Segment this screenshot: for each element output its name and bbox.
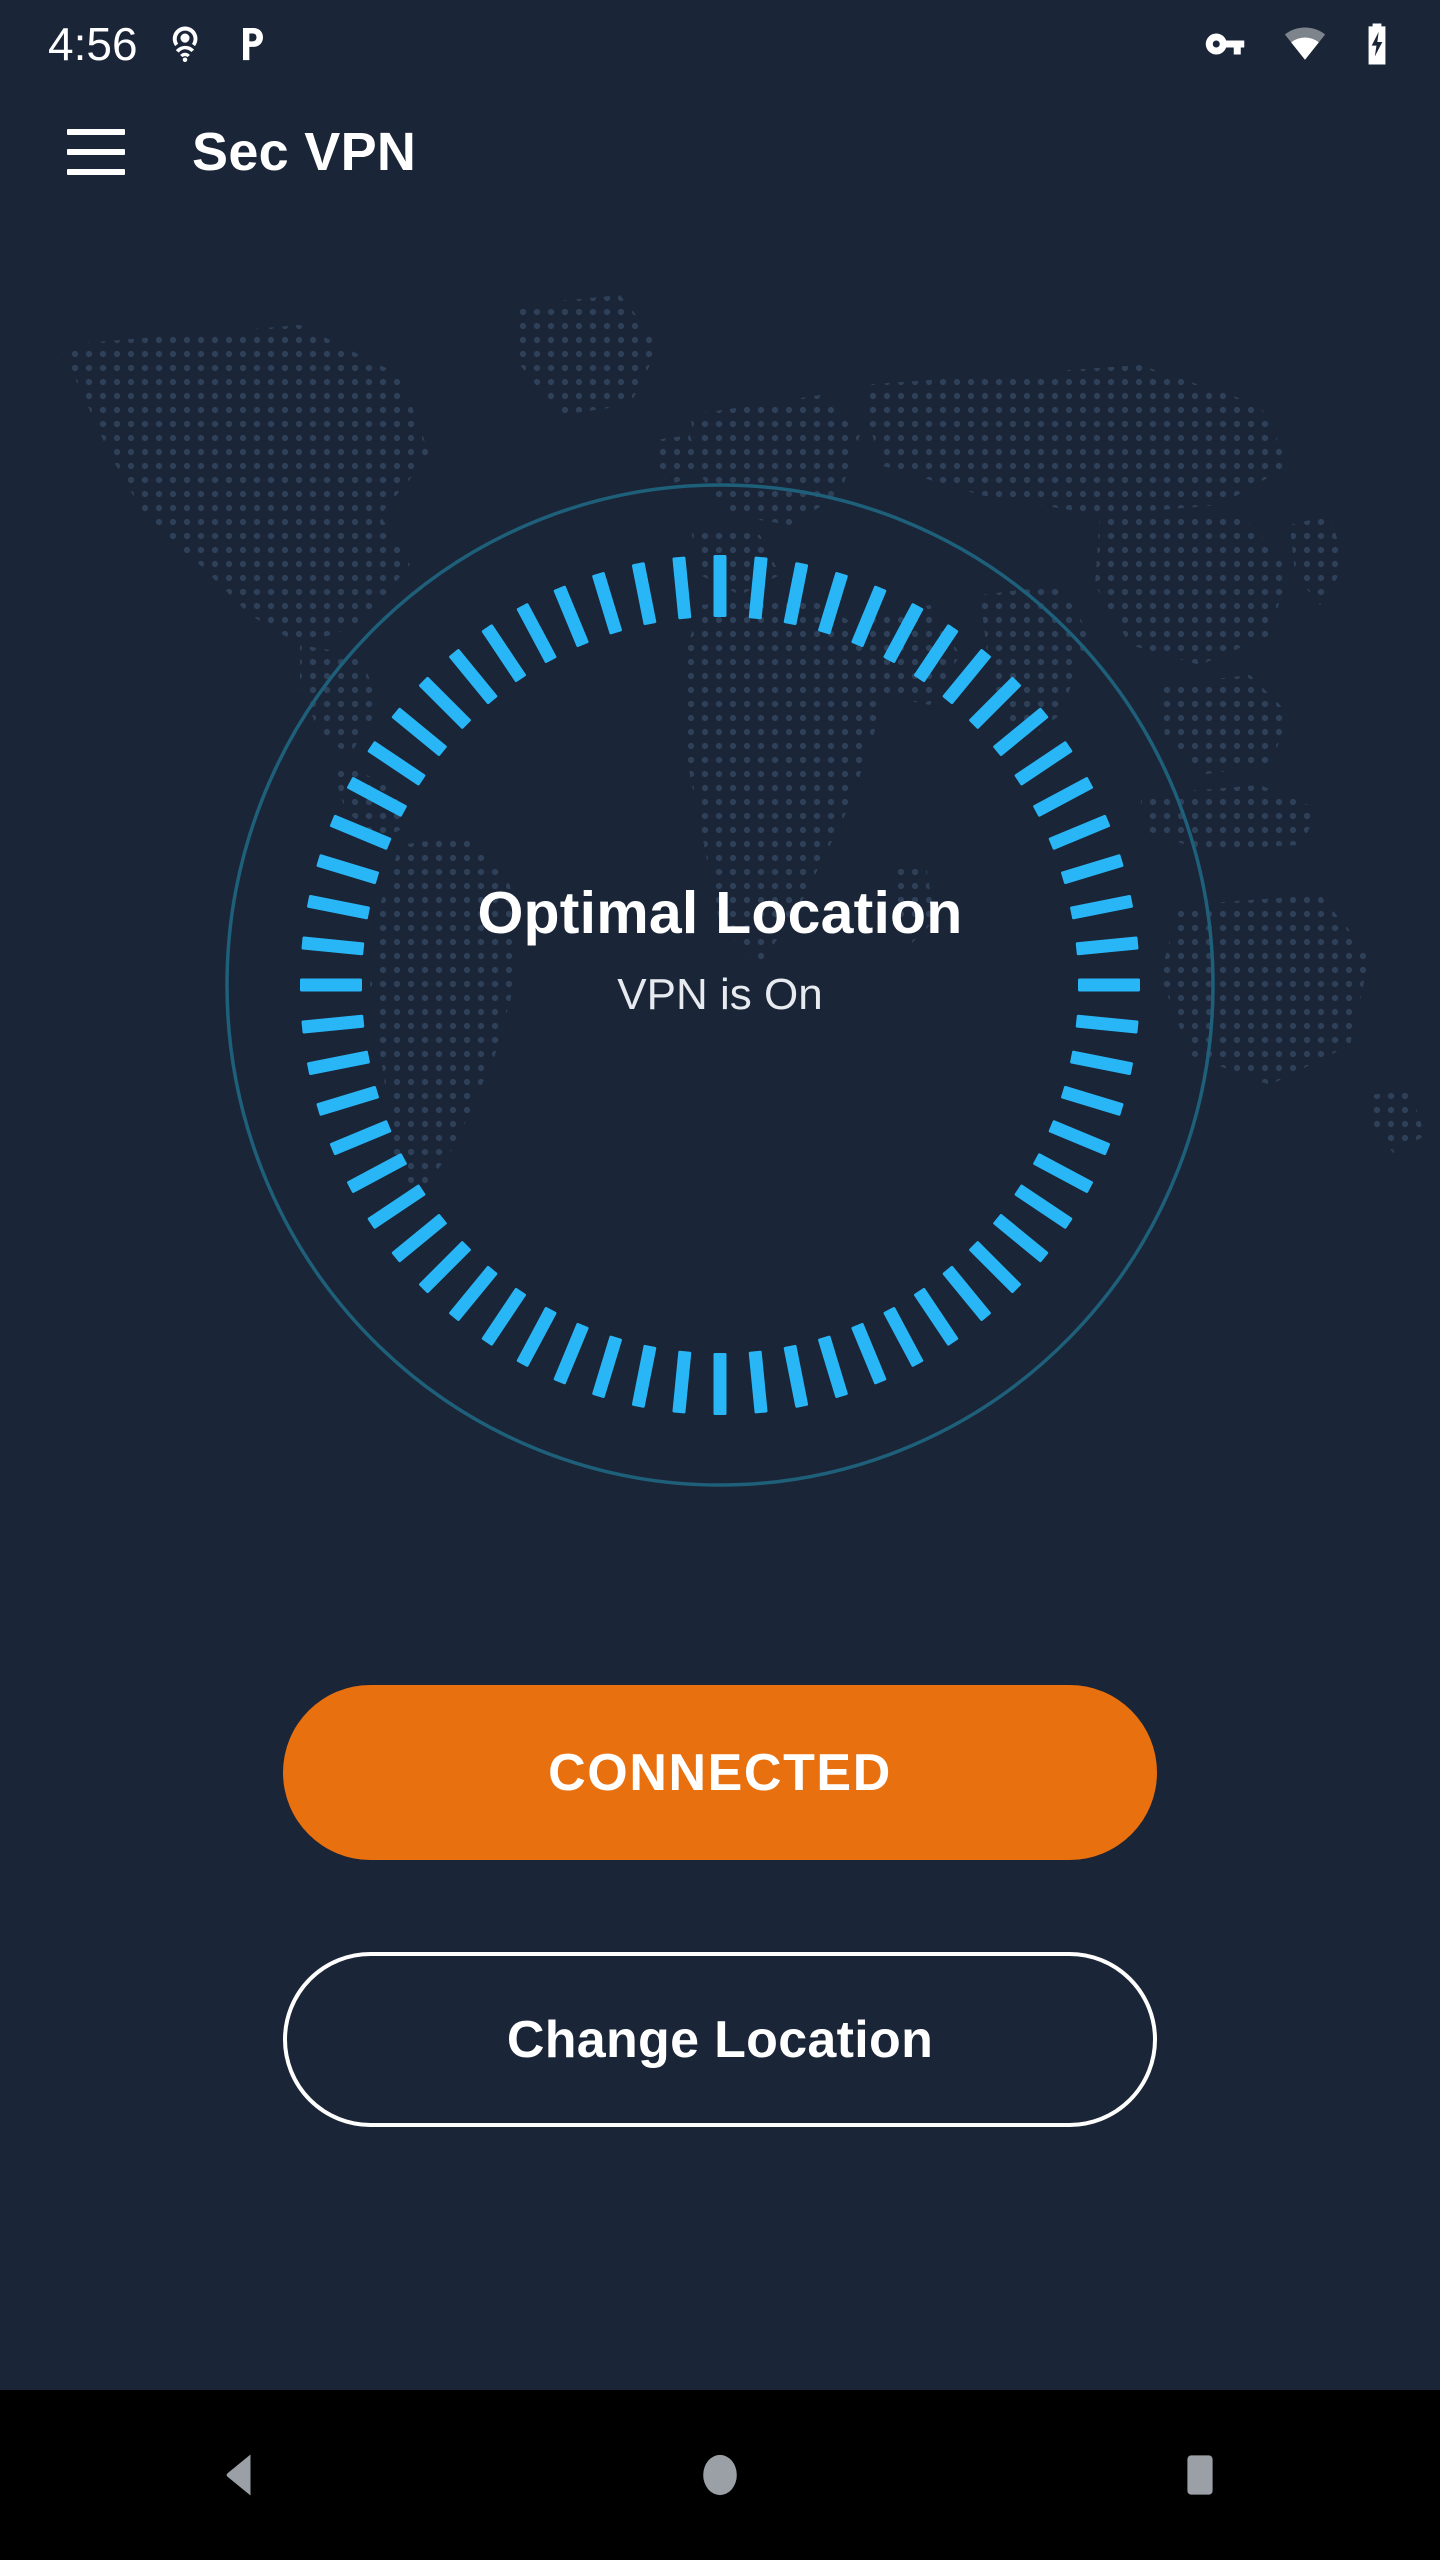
status-bar: 4:56 — [0, 0, 1440, 88]
dial-tick — [300, 978, 362, 992]
back-triangle-icon — [226, 2454, 251, 2496]
dial-tick — [449, 1265, 498, 1321]
dial-tick — [516, 603, 557, 663]
dial-tick — [969, 676, 1021, 729]
dial-tick-marks — [300, 555, 1140, 1415]
dial-tick — [783, 1344, 809, 1408]
dial-tick — [329, 814, 392, 850]
dial-tick — [1014, 1184, 1073, 1229]
hotspot-icon — [172, 26, 197, 63]
dial-tick — [883, 603, 924, 663]
dial-tick — [481, 624, 526, 683]
change-location-label: Change Location — [506, 2010, 934, 2069]
dial-tick — [367, 1184, 426, 1229]
dial-tick — [914, 624, 959, 683]
menu-line-3 — [67, 169, 125, 175]
dial-tick — [672, 556, 692, 620]
dial-tick — [301, 1014, 365, 1034]
android-navigation-bar — [0, 2390, 1440, 2560]
dial-tick — [1033, 777, 1093, 817]
dial-tick — [942, 649, 991, 705]
dial-tick — [553, 585, 589, 648]
dial-tick — [419, 1241, 471, 1294]
status-bar-right — [1202, 22, 1440, 66]
connection-toggle-label: CONNECTED — [548, 1743, 892, 1802]
nav-back-button[interactable] — [150, 2390, 330, 2560]
dial-tick — [942, 1265, 991, 1321]
menu-line-1 — [67, 129, 125, 135]
dial-tick — [672, 1350, 692, 1414]
dial-tick — [301, 936, 365, 956]
dial-tick — [783, 562, 809, 626]
dial-tick — [1075, 1014, 1139, 1034]
dial-tick — [307, 1050, 370, 1075]
dial-tick — [631, 562, 657, 626]
change-location-button[interactable]: Change Location — [283, 1952, 1157, 2127]
status-bar-clock: 4:56 — [48, 18, 138, 70]
home-circle-icon — [703, 2454, 737, 2496]
dial-tick — [516, 1307, 557, 1367]
connection-toggle-button[interactable]: CONNECTED — [283, 1685, 1157, 1860]
dial-tick — [818, 1335, 848, 1399]
dial-tick — [1061, 1085, 1124, 1116]
dial-tick — [883, 1307, 924, 1367]
dial-tick — [347, 777, 407, 817]
pandora-notification-icon — [242, 28, 263, 61]
phone-screen: Optimal Location VPN is On 4:56 Sec VPN … — [0, 0, 1440, 2560]
battery-charging-icon — [1368, 23, 1386, 65]
dial-tick — [316, 1085, 379, 1116]
dial-tick — [914, 1287, 959, 1346]
menu-line-2 — [67, 149, 125, 155]
dial-tick — [1070, 1050, 1133, 1075]
dial-tick — [367, 741, 426, 786]
dial-tick — [391, 707, 447, 756]
dial-tick — [1078, 978, 1140, 992]
dial-tick — [347, 1153, 407, 1193]
dial-tick — [316, 854, 379, 885]
dial-tick — [1033, 1153, 1093, 1193]
dial-tick — [419, 676, 471, 729]
dial-tick — [851, 1322, 887, 1385]
app-bar: Sec VPN — [0, 88, 1440, 216]
dial-tick — [748, 1350, 768, 1414]
dial-tick — [592, 571, 622, 635]
dial-tick — [307, 895, 370, 920]
dial-tick — [553, 1322, 589, 1385]
dial-tick — [481, 1287, 526, 1346]
recents-square-icon — [1187, 2455, 1213, 2495]
wifi-icon — [1284, 27, 1326, 60]
dial-tick — [391, 1214, 447, 1263]
status-bar-left: 4:56 — [0, 21, 272, 67]
dial-tick — [1061, 854, 1124, 885]
page-title: Sec VPN — [192, 122, 417, 182]
dial-tick — [993, 707, 1049, 756]
dial-tick — [713, 555, 727, 617]
nav-home-button[interactable] — [630, 2390, 810, 2560]
dial-tick — [818, 571, 848, 635]
vpn-key-icon — [1205, 33, 1245, 55]
dial-tick — [993, 1214, 1049, 1263]
dial-tick — [1070, 895, 1133, 920]
dial-tick — [713, 1353, 727, 1415]
dial-outer-ring — [225, 483, 1215, 1487]
dial-tick — [631, 1344, 657, 1408]
dial-tick — [748, 556, 768, 620]
dial-tick — [1048, 814, 1111, 850]
dial-tick — [329, 1120, 392, 1156]
dial-tick — [851, 585, 887, 648]
nav-recents-button[interactable] — [1110, 2390, 1290, 2560]
dial-tick — [1075, 936, 1139, 956]
dial-tick — [1048, 1120, 1111, 1156]
dial-tick — [969, 1241, 1021, 1294]
dial-tick — [1014, 741, 1073, 786]
vpn-connection-dial[interactable] — [170, 415, 1270, 1555]
dial-tick — [592, 1335, 622, 1399]
hamburger-menu-icon[interactable] — [48, 104, 144, 200]
dial-tick — [449, 649, 498, 705]
